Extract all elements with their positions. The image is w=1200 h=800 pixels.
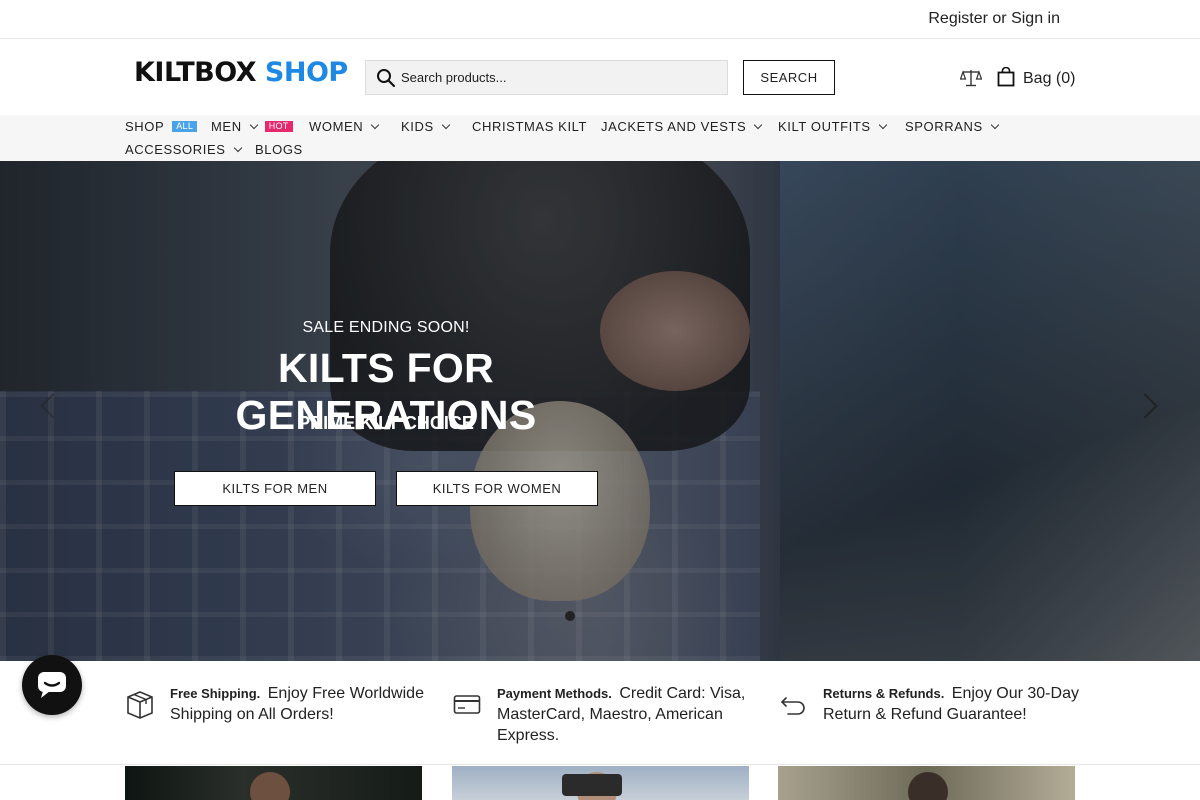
nav-label: ACCESSORIES: [125, 142, 226, 157]
nav-label: CHRISTMAS KILT: [472, 119, 588, 134]
chat-button[interactable]: [22, 655, 82, 715]
chevron-down-icon: [754, 120, 763, 129]
feature-text: Returns & Refunds. Enjoy Our 30-Day Retu…: [823, 683, 1083, 725]
nav-item-men[interactable]: MEN HOT: [211, 119, 293, 134]
bag-count-label[interactable]: Bag (0): [1023, 70, 1075, 88]
nav-label: SHOP: [125, 119, 165, 134]
feature-title: Payment Methods.: [497, 686, 612, 701]
or-separator: or: [987, 10, 1012, 27]
search-box: [365, 60, 728, 95]
features-bar: Free Shipping. Enjoy Free Worldwide Ship…: [0, 661, 1200, 765]
product-category-strip: [0, 766, 1200, 800]
sign-in-link[interactable]: Sign in: [1011, 10, 1060, 27]
chevron-down-icon: [249, 120, 258, 129]
feature-title: Returns & Refunds.: [823, 686, 945, 701]
chevron-down-icon: [233, 143, 242, 152]
nav-label: KILT OUTFITS: [778, 119, 871, 134]
model-top-hat: [562, 774, 622, 796]
hero-eyebrow: SALE ENDING SOON!: [302, 319, 470, 336]
nav-item-accessories[interactable]: ACCESSORIES: [125, 142, 242, 157]
search-input[interactable]: [401, 61, 721, 94]
hero-slider: SALE ENDING SOON! KILTS FOR GENERATIONS …: [0, 161, 1200, 661]
nav-item-sporrans[interactable]: SPORRANS: [905, 119, 1000, 134]
nav-label: JACKETS AND VESTS: [601, 119, 747, 134]
nav-item-shop[interactable]: SHOP ALL: [125, 119, 198, 134]
kilts-for-women-button[interactable]: KILTS FOR WOMEN: [396, 471, 598, 506]
chevron-down-icon: [441, 120, 450, 129]
search-button[interactable]: SEARCH: [743, 60, 835, 95]
category-card-image[interactable]: [452, 766, 749, 800]
slider-dot[interactable]: [565, 611, 575, 621]
feature-text: Payment Methods. Credit Card: Visa, Mast…: [497, 683, 757, 746]
badge-all: ALL: [172, 121, 198, 132]
nav-item-women[interactable]: WOMEN: [309, 119, 380, 134]
chevron-down-icon: [990, 120, 1000, 129]
nav-item-christmas-kilt[interactable]: CHRISTMAS KILT: [472, 119, 587, 134]
credit-card-icon: [453, 695, 481, 714]
kilts-for-men-button[interactable]: KILTS FOR MEN: [174, 471, 376, 506]
nav-item-blogs[interactable]: BLOGS: [255, 142, 303, 157]
chat-bubble-icon: [38, 672, 66, 698]
account-links: Register or Sign in: [928, 10, 1060, 28]
site-logo[interactable]: KILTBOX SHOP: [134, 57, 348, 91]
main-nav: SHOP ALL MEN HOT WOMEN KIDS CHRISTMAS KI…: [0, 115, 1200, 161]
category-card-image[interactable]: [778, 766, 1075, 800]
model-photo: [250, 772, 290, 800]
nav-item-jackets-and-vests[interactable]: JACKETS AND VESTS: [601, 119, 763, 134]
nav-item-kids[interactable]: KIDS: [401, 119, 450, 134]
nav-label: MEN: [211, 119, 242, 134]
chevron-down-icon: [371, 120, 380, 129]
shopping-bag-icon[interactable]: [997, 67, 1015, 87]
box-icon: [127, 691, 153, 719]
nav-label: WOMEN: [309, 119, 364, 134]
return-arrow-icon: [780, 697, 805, 715]
nav-label: KIDS: [401, 119, 434, 134]
register-link[interactable]: Register: [928, 10, 988, 27]
logo-text-accent: SHOP: [264, 57, 348, 88]
nav-label: SPORRANS: [905, 119, 983, 134]
category-card-image[interactable]: [125, 766, 422, 800]
badge-hot: HOT: [264, 121, 293, 132]
top-bar: Register or Sign in: [0, 0, 1200, 39]
search-icon[interactable]: [376, 68, 396, 88]
compare-scale-icon[interactable]: [960, 68, 982, 88]
nav-label: BLOGS: [255, 142, 303, 157]
hero-subtitle: PRIME KILT CHOICE: [298, 413, 474, 433]
model-photo: [908, 772, 948, 800]
logo-text-primary: KILTBOX: [134, 57, 257, 88]
feature-title: Free Shipping.: [170, 686, 261, 701]
feature-text: Free Shipping. Enjoy Free Worldwide Ship…: [170, 683, 430, 725]
site-header: KILTBOX SHOP SEARCH Bag (0): [0, 39, 1200, 115]
chevron-down-icon: [878, 120, 887, 129]
nav-item-kilt-outfits[interactable]: KILT OUTFITS: [778, 119, 887, 134]
